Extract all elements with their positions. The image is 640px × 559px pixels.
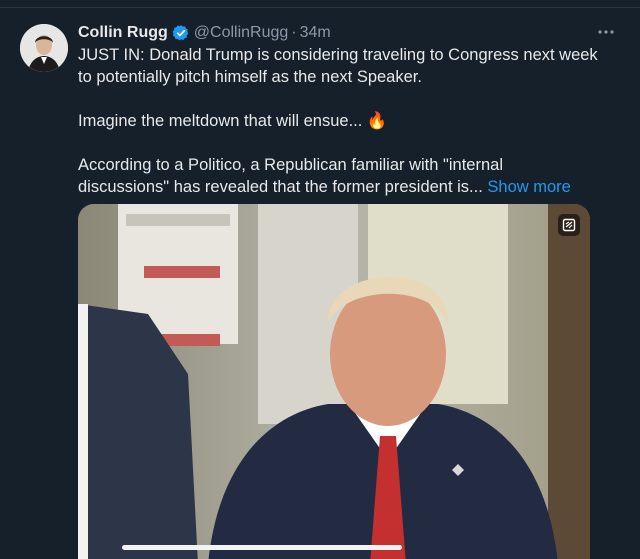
timestamp[interactable]: 34m: [300, 24, 331, 42]
tweet-header: Collin Rugg @CollinRugg · 34m: [78, 21, 600, 45]
avatar[interactable]: [20, 24, 68, 72]
separator-dot: ·: [291, 24, 297, 41]
tweet-text: JUST IN: Donald Trump is considering tra…: [78, 44, 598, 198]
verified-badge-icon: [172, 24, 190, 42]
display-name[interactable]: Collin Rugg: [78, 24, 168, 42]
handle[interactable]: @CollinRugg: [194, 24, 289, 42]
tweet-text-line2: Imagine the meltdown that will ensue... …: [78, 112, 388, 130]
tweet-text-line3: According to a Politico, a Republican fa…: [78, 154, 598, 198]
tweet-text-line1: JUST IN: Donald Trump is considering tra…: [78, 46, 598, 86]
tweet-media[interactable]: [78, 204, 590, 559]
show-more-link[interactable]: Show more: [487, 178, 570, 196]
more-options-icon[interactable]: [594, 22, 618, 42]
tweet-text-line3-content: According to a Politico, a Republican fa…: [78, 156, 503, 196]
media-image: [78, 204, 590, 559]
home-indicator[interactable]: [122, 545, 402, 550]
gif-badge-icon: [558, 214, 580, 236]
tweet[interactable]: Collin Rugg @CollinRugg · 34m JUST IN: D…: [0, 0, 640, 559]
